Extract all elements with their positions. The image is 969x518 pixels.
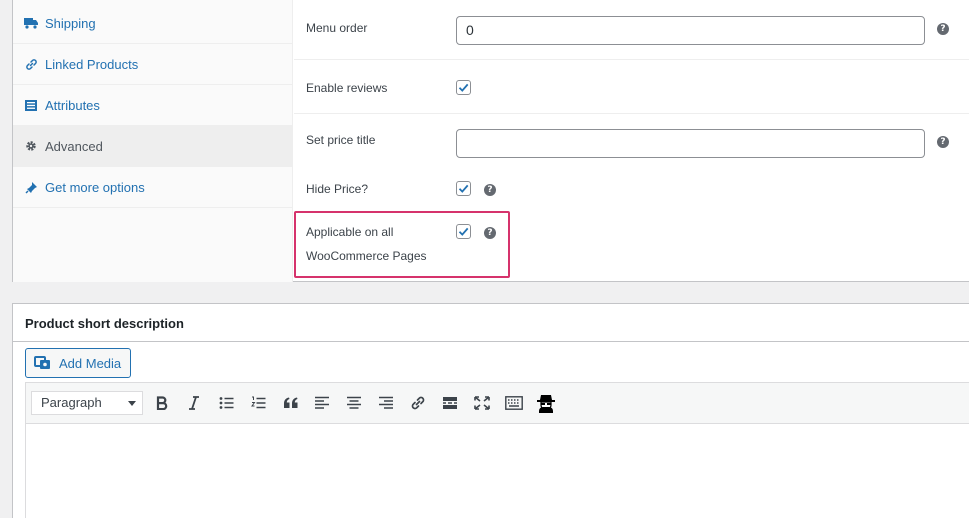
highlight-box: [294, 211, 510, 278]
checkmark-icon: [458, 184, 469, 193]
bold-button[interactable]: [150, 391, 174, 415]
help-icon[interactable]: ?: [484, 184, 496, 196]
tab-label: Shipping: [45, 15, 96, 31]
list-icon: [24, 98, 38, 112]
menu-order-row: Menu order 0 ?: [294, 0, 969, 60]
read-more-button[interactable]: [438, 391, 462, 415]
hide-price-label: Hide Price?: [306, 182, 369, 196]
editor-content-area[interactable]: [26, 425, 969, 518]
fullscreen-button[interactable]: [470, 391, 494, 415]
editor: Paragraph: [25, 382, 969, 518]
enable-reviews-row: Enable reviews: [294, 60, 969, 114]
tab-label: Get more options: [45, 179, 145, 195]
link-icon: [411, 396, 425, 410]
editor-toolbar: Paragraph: [26, 383, 969, 424]
bullet-list-icon: [219, 397, 234, 409]
read-more-icon: [443, 397, 457, 409]
add-media-button[interactable]: Add Media: [25, 348, 131, 378]
tab-label: Attributes: [45, 97, 100, 113]
tab-label: Linked Products: [45, 56, 139, 72]
align-center-icon: [347, 396, 361, 409]
numbered-list-button[interactable]: [247, 391, 271, 415]
menu-order-input[interactable]: 0: [456, 16, 925, 45]
italic-button[interactable]: [182, 391, 206, 415]
tab-advanced[interactable]: Advanced: [13, 126, 293, 167]
align-center-button[interactable]: [342, 391, 366, 415]
help-icon[interactable]: ?: [937, 136, 949, 148]
truck-icon: [24, 16, 38, 30]
tab-shipping[interactable]: Shipping: [13, 3, 293, 44]
checkmark-icon: [458, 83, 469, 92]
numbered-list-icon: [251, 396, 266, 409]
gear-icon: [24, 139, 38, 153]
format-select-value: Paragraph: [41, 395, 102, 410]
set-price-title-label: Set price title: [306, 133, 376, 147]
help-icon[interactable]: ?: [937, 23, 949, 35]
plugin-icon: [24, 180, 38, 194]
italic-icon: [189, 396, 199, 410]
fullscreen-icon: [474, 396, 490, 410]
toolbar-toggle-button[interactable]: [502, 391, 526, 415]
product-data-tabs: Shipping Linked Products Attributes Adva…: [13, 0, 293, 282]
align-right-button[interactable]: [374, 391, 398, 415]
tab-label: Advanced: [45, 138, 103, 154]
align-left-icon: [315, 396, 329, 409]
blockquote-icon: [284, 397, 298, 408]
short-description-title: Product short description: [25, 316, 184, 331]
keyboard-icon: [505, 396, 523, 410]
short-description-box: Product short description Add Media Para…: [12, 303, 969, 518]
tab-linked-products[interactable]: Linked Products: [13, 44, 293, 85]
menu-order-label: Menu order: [306, 21, 368, 35]
align-left-button[interactable]: [310, 391, 334, 415]
link-icon: [24, 57, 38, 71]
hide-price-row: Hide Price? ?: [294, 170, 969, 210]
media-icon: [34, 356, 50, 369]
enable-reviews-checkbox[interactable]: [456, 80, 471, 95]
format-select[interactable]: Paragraph: [31, 391, 143, 415]
add-media-label: Add Media: [59, 355, 122, 371]
blockquote-button[interactable]: [279, 391, 303, 415]
bullet-list-button[interactable]: [215, 391, 239, 415]
set-price-title-row: Set price title ?: [294, 114, 969, 170]
chevron-down-icon: [128, 401, 136, 406]
divider: [13, 341, 969, 342]
spy-user-button[interactable]: [534, 391, 558, 415]
enable-reviews-label: Enable reviews: [306, 81, 388, 95]
align-right-icon: [379, 396, 393, 409]
bold-icon: [156, 396, 168, 410]
hide-price-checkbox[interactable]: [456, 181, 471, 196]
link-button[interactable]: [406, 391, 430, 415]
spy-icon: [537, 395, 555, 413]
set-price-title-input[interactable]: [456, 129, 925, 158]
tab-get-more-options[interactable]: Get more options: [13, 167, 293, 208]
tab-attributes[interactable]: Attributes: [13, 85, 293, 126]
